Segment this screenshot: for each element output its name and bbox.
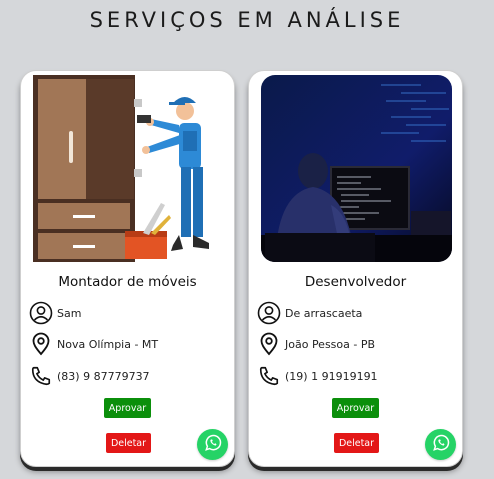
client-name: Sam (57, 306, 82, 320)
approve-button[interactable]: Aprovar (332, 398, 379, 418)
service-image (33, 75, 224, 262)
user-icon (256, 300, 282, 326)
whatsapp-button[interactable] (197, 429, 228, 460)
service-image (261, 75, 452, 262)
page-title: SERVIÇOS EM ANÁLISE (89, 8, 405, 32)
approve-button[interactable]: Aprovar (104, 398, 151, 418)
whatsapp-icon (431, 433, 451, 457)
client-location: João Pessoa - PB (285, 337, 376, 351)
client-location: Nova Olímpia - MT (57, 337, 159, 351)
service-title: Desenvolvedor (304, 274, 407, 290)
service-title: Montador de móveis (58, 274, 197, 290)
client-phone: (19) 1 91919191 (285, 369, 378, 383)
location-row: João Pessoa - PB (256, 331, 375, 357)
phone-icon (256, 363, 282, 389)
map-pin-icon (256, 331, 282, 357)
delete-button[interactable]: Deletar (106, 433, 151, 453)
user-icon (28, 300, 54, 326)
phone-row: (19) 1 91919191 (256, 363, 378, 389)
phone-row: (83) 9 87779737 (28, 363, 150, 389)
phone-icon (28, 363, 54, 389)
whatsapp-button[interactable] (425, 429, 456, 460)
client-name: De arrascaeta (285, 306, 363, 320)
client-phone: (83) 9 87779737 (57, 369, 150, 383)
service-card: Montador de móveis Sam Nova Olímpia - MT… (20, 70, 235, 467)
map-pin-icon (28, 331, 54, 357)
service-card: Desenvolvedor De arrascaeta João Pessoa … (248, 70, 463, 467)
whatsapp-icon (203, 433, 223, 457)
client-name-row: Sam (28, 300, 81, 326)
client-name-row: De arrascaeta (256, 300, 362, 326)
delete-button[interactable]: Deletar (334, 433, 379, 453)
location-row: Nova Olímpia - MT (28, 331, 158, 357)
